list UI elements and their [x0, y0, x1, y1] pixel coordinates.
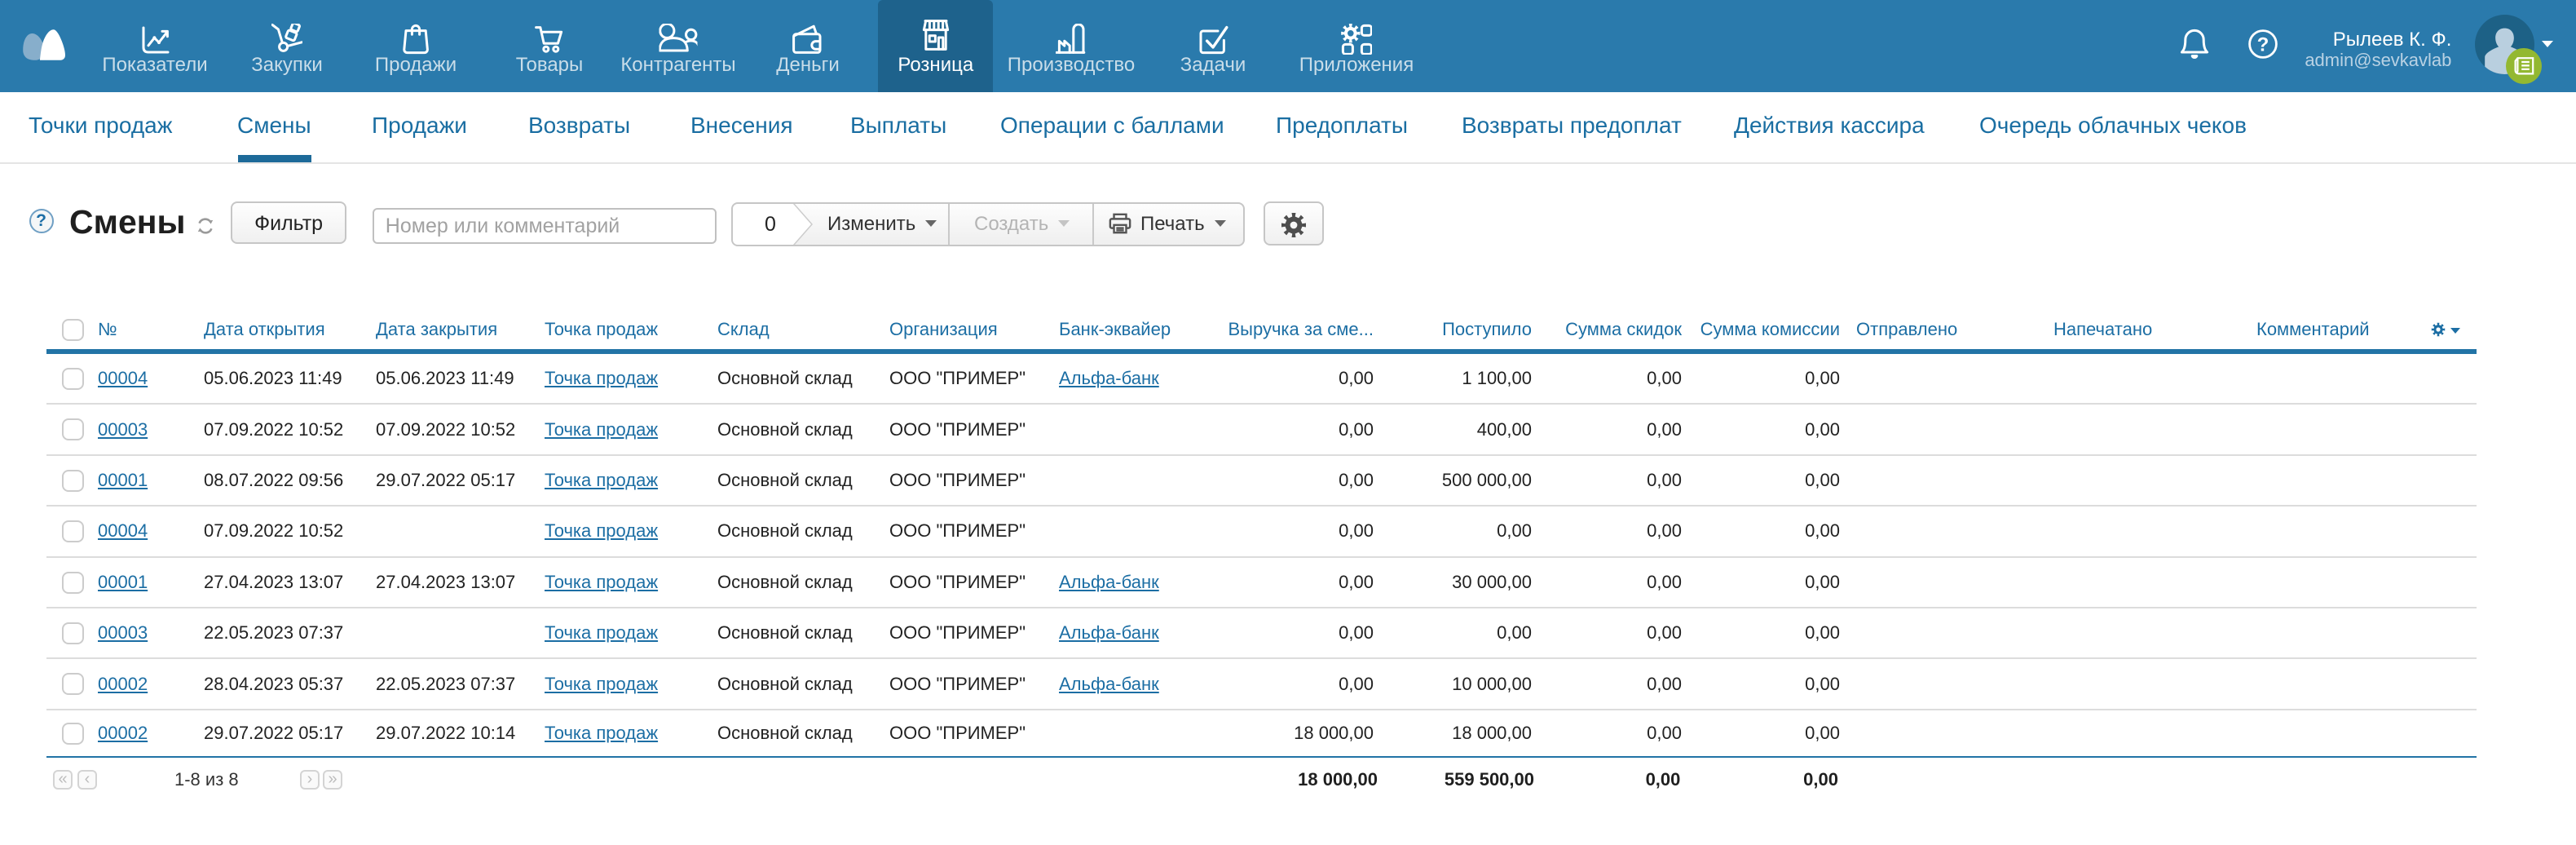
svg-text:?: ? — [2257, 33, 2269, 55]
